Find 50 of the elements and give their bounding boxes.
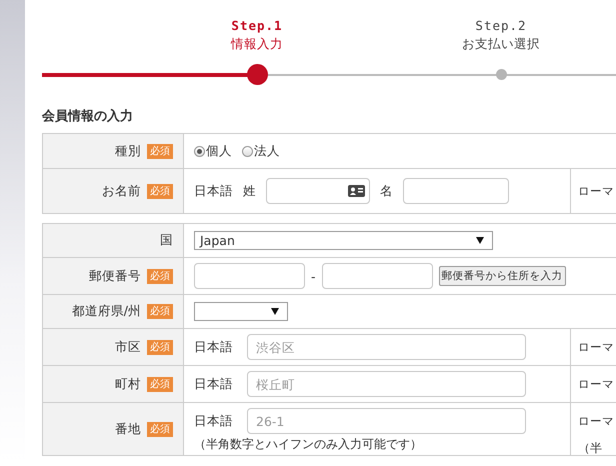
language-label: 日本語 <box>194 412 233 430</box>
required-badge: 必須 <box>147 422 173 437</box>
address-input-field[interactable]: 桜丘町 <box>247 371 526 397</box>
field-label: 郵便番号 <box>89 268 141 282</box>
radio-button[interactable] <box>242 146 253 156</box>
select-dropdown[interactable] <box>194 302 288 321</box>
required-badge: 必須 <box>147 376 173 392</box>
caret-icon <box>476 237 484 244</box>
field-label: 都道府県/州 <box>72 303 141 318</box>
language-label: 日本語 <box>194 182 233 200</box>
contact-card-icon[interactable] <box>348 185 365 197</box>
address-input-field[interactable]: 26-1 <box>247 408 526 434</box>
name-field-label: 姓 <box>243 182 256 200</box>
step-name: お支払い選択 <box>462 35 540 53</box>
address-lookup-button[interactable]: 郵便番号から住所を入力 <box>438 266 566 286</box>
required-badge: 必須 <box>147 184 173 199</box>
address-input-field[interactable]: 渋谷区 <box>247 334 526 360</box>
romaji-label: ローマ <box>578 340 614 354</box>
hint-text: （半 <box>578 441 603 455</box>
language-label: 日本語 <box>194 338 233 356</box>
postal-code-input[interactable] <box>194 263 305 289</box>
caret-icon <box>271 308 279 315</box>
radio-label[interactable]: 個人 <box>206 142 232 160</box>
language-label: 日本語 <box>194 376 233 392</box>
name-input-field[interactable] <box>266 178 370 204</box>
field-label: 市区 <box>115 338 141 354</box>
romaji-label: ローマ <box>578 414 614 428</box>
name-input-field[interactable] <box>403 178 509 204</box>
field-label: 種別 <box>115 142 141 158</box>
hint-text: （半角数字とハイフンのみ入力可能です） <box>194 437 423 451</box>
postal-code-input[interactable] <box>322 263 433 289</box>
section-title: 会員情報の入力 <box>42 109 133 124</box>
select-dropdown[interactable]: Japan <box>194 231 493 250</box>
step-name: 情報入力 <box>231 35 283 53</box>
field-label: お名前 <box>102 182 141 198</box>
field-label: 国 <box>160 232 173 247</box>
separator-text: - <box>311 268 316 284</box>
step-label: Step.2 <box>475 17 527 35</box>
radio-button[interactable] <box>194 146 205 156</box>
required-badge: 必須 <box>147 268 173 284</box>
romaji-label: ローマ <box>578 376 614 390</box>
required-badge: 必須 <box>147 340 173 355</box>
name-field-label: 名 <box>380 182 393 200</box>
field-label: 町村 <box>115 376 141 390</box>
step-label: Step.1 <box>231 17 283 35</box>
required-badge: 必須 <box>147 304 173 320</box>
romaji-label: ローマ <box>578 184 614 198</box>
required-badge: 必須 <box>147 144 173 159</box>
radio-label[interactable]: 法人 <box>254 142 280 160</box>
field-label: 番地 <box>115 420 141 436</box>
